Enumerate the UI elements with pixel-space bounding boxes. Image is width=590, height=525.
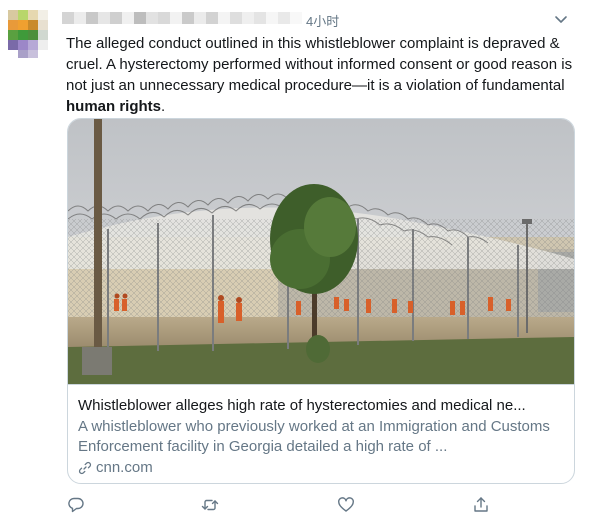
share-icon[interactable] bbox=[470, 494, 492, 516]
reply-icon[interactable] bbox=[65, 494, 87, 516]
blurred-username[interactable] bbox=[62, 12, 302, 24]
tweet-text-main: The alleged conduct outlined in this whi… bbox=[66, 35, 573, 94]
tweet-text: The alleged conduct outlined in this whi… bbox=[66, 33, 576, 117]
tweet[interactable]: 4小时 The alleged conduct outlined in this… bbox=[0, 0, 590, 525]
link-icon bbox=[78, 461, 92, 475]
card-domain: cnn.com bbox=[78, 458, 153, 478]
tweet-text-bold: human rights bbox=[66, 98, 162, 115]
retweet-icon[interactable] bbox=[199, 494, 221, 516]
tweet-header: 4小时 bbox=[62, 10, 572, 30]
link-card[interactable]: Whistleblower alleges high rate of hyste… bbox=[67, 118, 575, 484]
card-description: A whistleblower who previously worked at… bbox=[78, 418, 550, 455]
tweet-actions bbox=[62, 494, 502, 516]
chevron-down-icon[interactable] bbox=[552, 10, 570, 28]
card-title[interactable]: Whistleblower alleges high rate of hyste… bbox=[78, 396, 568, 416]
card-body[interactable]: Whistleblower alleges high rate of hyste… bbox=[68, 384, 574, 483]
card-image[interactable] bbox=[68, 119, 574, 384]
card-domain-text: cnn.com bbox=[96, 459, 153, 476]
avatar[interactable] bbox=[8, 10, 48, 58]
heart-icon[interactable] bbox=[335, 494, 357, 516]
tweet-text-end: . bbox=[161, 98, 166, 115]
tweet-timestamp[interactable]: 4小时 bbox=[306, 11, 339, 30]
